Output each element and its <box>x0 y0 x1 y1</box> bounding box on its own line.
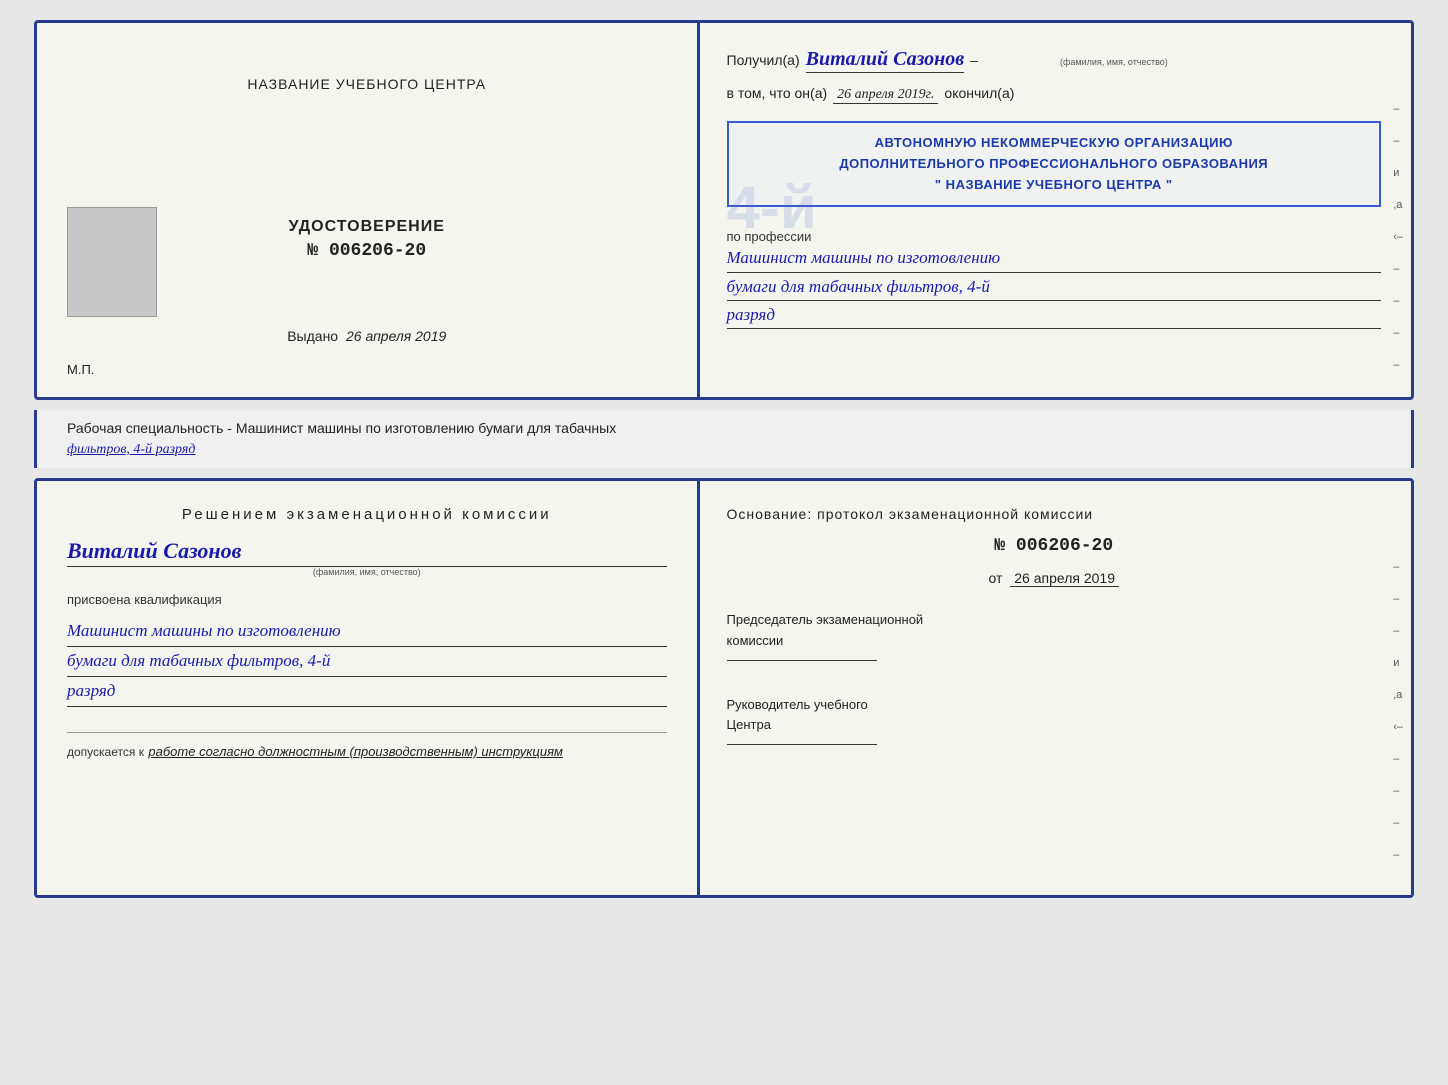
middle-text-strip: Рабочая специальность - Машинист машины … <box>34 410 1414 468</box>
issued-date: 26 апреля 2019г. <box>833 87 938 104</box>
right-side-marks: – – и ,а ‹– – – – – <box>1393 103 1403 371</box>
recipient-name: Виталий Сазонов <box>806 48 965 73</box>
prisvoena-text: присвоена квалификация <box>67 592 667 607</box>
rukovoditel-block: Руководитель учебного Центра <box>727 695 1381 751</box>
ot-date-block: от 26 апреля 2019 <box>727 570 1381 586</box>
bottom-certificate-book: Решением экзаменационной комиссии Витали… <box>34 478 1414 898</box>
kvalif-block: Машинист машины по изготовлению бумаги д… <box>67 617 667 707</box>
cert-photo <box>67 207 157 317</box>
bottom-name-block: Виталий Сазонов (фамилия, имя, отчество) <box>67 533 667 577</box>
profession-block: по профессии Машинист машины по изготовл… <box>727 229 1381 329</box>
right-side-marks2: – – – и ,а ‹– – – – – <box>1393 561 1403 861</box>
rukovoditel-title: Руководитель учебного Центра <box>727 695 1381 737</box>
bottom-fio-subtitle: (фамилия, имя, отчество) <box>67 567 667 577</box>
vydano-date: 26 апреля 2019 <box>346 328 446 344</box>
dopuskaetsya-text: работе согласно должностным (производств… <box>148 744 563 759</box>
stamp-block: АВТОНОМНУЮ НЕКОММЕРЧЕСКУЮ ОРГАНИЗАЦИЮ ДО… <box>727 121 1381 207</box>
stamp-line1: АВТОНОМНУЮ НЕКОММЕРЧЕСКУЮ ОРГАНИЗАЦИЮ <box>744 133 1364 154</box>
predsedatel-block: Председатель экзаменационной комиссии <box>727 610 1381 666</box>
predsedatel-title: Председатель экзаменационной комиссии <box>727 610 1381 652</box>
profession-line2: бумаги для табачных фильтров, 4-й <box>727 273 1381 301</box>
cert-right-page: 4-й Получил(а) Виталий Сазонов – (фамили… <box>697 23 1411 397</box>
document-container: НАЗВАНИЕ УЧЕБНОГО ЦЕНТРА УДОСТОВЕРЕНИЕ №… <box>34 20 1414 898</box>
top-certificate-book: НАЗВАНИЕ УЧЕБНОГО ЦЕНТРА УДОСТОВЕРЕНИЕ №… <box>34 20 1414 400</box>
reshenie-title: Решением экзаменационной комиссии <box>67 506 667 523</box>
udostoverenie-label: УДОСТОВЕРЕНИЕ <box>289 218 445 236</box>
strip-text-underline: фильтров, 4-й разряд <box>67 442 195 457</box>
cert-left-page: НАЗВАНИЕ УЧЕБНОГО ЦЕНТРА УДОСТОВЕРЕНИЕ №… <box>37 23 697 397</box>
dopuskaetsya-block: допускается к работе согласно должностны… <box>67 732 667 761</box>
kvalif-line1: Машинист машины по изготовлению <box>67 617 667 647</box>
predsedatel-signature-line <box>727 660 877 661</box>
profession-label: по профессии <box>727 229 1381 244</box>
fio-subtitle-top: (фамилия, имя, отчество) <box>1060 57 1168 67</box>
vydano-label: Выдано <box>287 328 338 344</box>
profession-line3: разряд <box>727 301 1381 329</box>
poluchil-prefix: Получил(а) <box>727 52 800 68</box>
okonchil-label: окончил(а) <box>944 85 1014 101</box>
ot-date: 26 апреля 2019 <box>1010 570 1119 587</box>
mp-label: М.П. <box>67 362 94 377</box>
institution-title: НАЗВАНИЕ УЧЕБНОГО ЦЕНТРА <box>247 76 486 92</box>
udostoverenie-block: УДОСТОВЕРЕНИЕ № 006206-20 <box>289 218 445 261</box>
dopuskaetsya-prefix: допускается к <box>67 745 144 759</box>
osnovanie-title: Основание: протокол экзаменационной коми… <box>727 506 1381 522</box>
bottom-recipient-name: Виталий Сазонов <box>67 538 667 567</box>
ot-prefix: от <box>988 570 1002 586</box>
profession-line1: Машинист машины по изготовлению <box>727 244 1381 272</box>
vtom-prefix: в том, что он(а) <box>727 85 828 101</box>
rukovoditel-signature-line <box>727 744 877 745</box>
bottom-left-page: Решением экзаменационной комиссии Витали… <box>37 481 697 895</box>
strip-text-prefix: Рабочая специальность - Машинист машины … <box>67 420 616 436</box>
stamp-line2: ДОПОЛНИТЕЛЬНОГО ПРОФЕССИОНАЛЬНОГО ОБРАЗО… <box>744 154 1364 175</box>
kvalif-line2: бумаги для табачных фильтров, 4-й <box>67 647 667 677</box>
kvalif-line3: разряд <box>67 677 667 707</box>
vtom-line: в том, что он(а) 26 апреля 2019г. окончи… <box>727 85 1381 104</box>
protocol-number: № 006206-20 <box>727 536 1381 556</box>
dash1: – <box>970 52 978 68</box>
poluchil-line: Получил(а) Виталий Сазонов – (фамилия, и… <box>727 48 1381 73</box>
cert-number: № 006206-20 <box>289 241 445 261</box>
vydano-block: Выдано 26 апреля 2019 <box>287 328 446 344</box>
stamp-line3: " НАЗВАНИЕ УЧЕБНОГО ЦЕНТРА " <box>744 175 1364 196</box>
bottom-right-page: Основание: протокол экзаменационной коми… <box>697 481 1411 895</box>
